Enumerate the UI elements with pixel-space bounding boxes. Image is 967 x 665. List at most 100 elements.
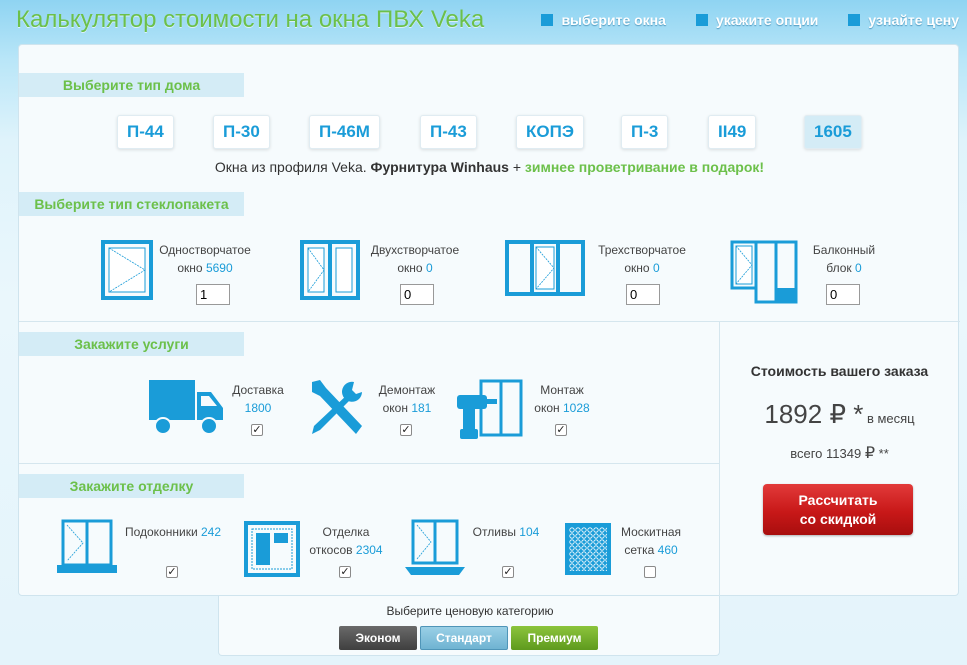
- button-line1: Рассчитать: [798, 491, 878, 508]
- item-line1: Трехстворчатое: [598, 243, 686, 257]
- currency-sign: ₽: [829, 399, 846, 429]
- calculate-discount-button[interactable]: Рассчитать со скидкой: [763, 484, 913, 535]
- item-price: 0: [855, 261, 862, 275]
- item-price: 460: [657, 543, 678, 557]
- currency-sign: ₽: [864, 445, 876, 462]
- quantity-input[interactable]: [826, 284, 860, 305]
- finish-item-text: Отливы 104: [469, 523, 543, 541]
- item-line2: окно: [624, 261, 650, 275]
- square-bullet-icon: [541, 14, 554, 26]
- monthly-amount: 1892: [764, 399, 823, 429]
- category-econom-button[interactable]: Эконом: [339, 626, 417, 650]
- quantity-input[interactable]: [196, 284, 230, 305]
- slope-finishing-icon: [244, 521, 300, 577]
- mosquito-net-icon: [565, 523, 611, 575]
- step-1[interactable]: выберите окна: [541, 12, 666, 28]
- service-checkbox[interactable]: ✓: [251, 424, 263, 436]
- promo-plus: +: [508, 159, 525, 175]
- steps-nav: выберите окна укажите опции узнайте цену: [541, 12, 959, 28]
- promo-plain: Окна из профиля Veka.: [214, 159, 371, 175]
- footnote-star: *: [845, 399, 864, 429]
- window-item-text: Балконный блок 0: [806, 241, 882, 277]
- house-type-button[interactable]: II49: [708, 115, 757, 149]
- balcony-block-icon: [730, 240, 798, 304]
- total-suffix: **: [875, 446, 889, 461]
- item-line1: Монтаж: [540, 383, 584, 397]
- total-prefix: всего: [790, 446, 827, 461]
- house-type-button[interactable]: П-44: [117, 115, 174, 149]
- item-price: 5690: [205, 261, 233, 275]
- double-window-icon: [300, 240, 360, 300]
- finish-checkbox[interactable]: ✓: [166, 566, 178, 578]
- finish-item-text: Отделка откосов 2304: [307, 523, 385, 559]
- item-price: 242: [201, 525, 222, 539]
- service-item-text: Демонтаж окон 181: [371, 381, 443, 417]
- item-line1: Двухстворчатое: [370, 243, 460, 257]
- divider: [19, 463, 719, 464]
- drip-edge-icon: [405, 519, 465, 575]
- item-price: 104: [519, 525, 540, 539]
- price-category-label: Выберите ценовую категорию: [386, 604, 554, 618]
- total-price: всего 11349 ₽ **: [719, 443, 960, 463]
- single-window-icon: [101, 240, 153, 300]
- house-type-button[interactable]: КОПЭ: [516, 115, 584, 149]
- finish-checkbox[interactable]: ✓: [339, 566, 351, 578]
- finish-checkbox[interactable]: ✓: [502, 566, 514, 578]
- order-cost-title: Стоимость вашего заказа: [750, 363, 929, 379]
- item-line2: окон: [382, 401, 408, 415]
- item-line1: Демонтаж: [378, 383, 436, 397]
- services-label: Закажите услуги: [19, 332, 244, 356]
- item-line2: окно: [177, 261, 203, 275]
- house-type-button[interactable]: П-30: [213, 115, 270, 149]
- item-price: 1800: [244, 401, 272, 415]
- category-standard-button[interactable]: Стандарт: [420, 626, 508, 650]
- finish-item-text: Москитная сетка 460: [613, 523, 689, 559]
- item-line1: Доставка: [232, 383, 284, 397]
- service-checkbox[interactable]: ✓: [555, 424, 567, 436]
- page-title: Калькулятор стоимости на окна ПВХ Veka: [16, 6, 485, 33]
- promo-bold: Фурнитура Winhaus: [370, 159, 509, 175]
- house-type-button[interactable]: П-3: [621, 115, 669, 149]
- service-checkbox[interactable]: ✓: [400, 424, 412, 436]
- house-type-button[interactable]: П-43: [420, 115, 477, 149]
- service-item-text: Доставка 1800: [225, 381, 291, 417]
- square-bullet-icon: [695, 14, 708, 26]
- item-line2: сетка: [624, 543, 655, 557]
- total-amount: 11349: [826, 446, 862, 461]
- item-line1: Отливы: [472, 525, 516, 539]
- square-bullet-icon: [848, 14, 861, 26]
- house-type-button[interactable]: П-46М: [309, 115, 380, 149]
- price-category-panel: Выберите ценовую категорию Эконом Станда…: [218, 596, 720, 656]
- button-line2: со скидкой: [799, 510, 877, 527]
- category-premium-button[interactable]: Премиум: [511, 626, 598, 650]
- step-2[interactable]: укажите опции: [695, 12, 819, 28]
- finish-item-text: Подоконники 242: [121, 523, 225, 541]
- triple-window-icon: [505, 240, 585, 296]
- promo-text: Окна из профиля Veka. Фурнитура Winhaus …: [19, 159, 960, 175]
- item-price: 2304: [355, 543, 383, 557]
- item-price: 1028: [563, 401, 590, 415]
- item-line2: блок: [826, 261, 852, 275]
- delivery-truck-icon: [149, 380, 223, 435]
- monthly-suffix: в месяц: [863, 411, 915, 426]
- item-price: 0: [652, 261, 660, 275]
- item-line2: окно: [397, 261, 423, 275]
- finish-label: Закажите отделку: [19, 474, 244, 498]
- drill-window-icon: [457, 379, 523, 439]
- step-label: укажите опции: [715, 12, 819, 28]
- item-line1: Подоконники: [124, 525, 198, 539]
- house-type-button-active[interactable]: 1605: [804, 115, 862, 149]
- window-item-text: Двухстворчатое окно 0: [365, 241, 465, 277]
- quantity-input[interactable]: [400, 284, 434, 305]
- item-price: 0: [425, 261, 433, 275]
- item-line1: Отделка: [322, 525, 370, 539]
- item-line1: Балконный: [812, 243, 876, 257]
- monthly-price: 1892 ₽ * в месяц: [719, 399, 960, 430]
- glass-type-label: Выберите тип стеклопакета: [19, 192, 244, 216]
- window-sill-icon: [57, 519, 117, 573]
- finish-checkbox[interactable]: [644, 566, 656, 578]
- calculator-panel: Выберите тип дома П-44 П-30 П-46М П-43 К…: [18, 44, 960, 597]
- quantity-input[interactable]: [626, 284, 660, 305]
- step-3[interactable]: узнайте цену: [848, 12, 959, 28]
- item-line1: Одностворчатое: [159, 243, 251, 257]
